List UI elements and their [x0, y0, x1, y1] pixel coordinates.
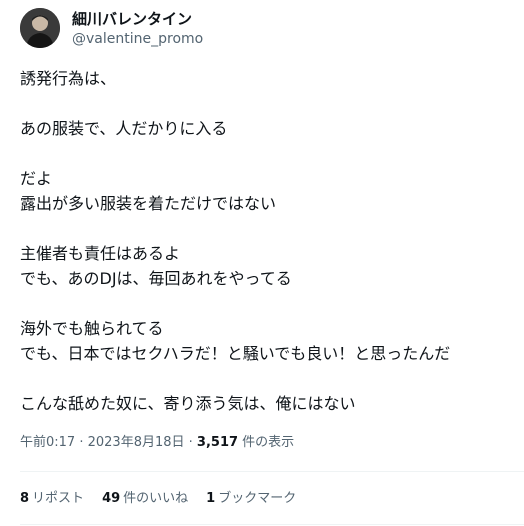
reposts-label: リポスト — [32, 491, 85, 506]
tweet-text-line: でも、日本ではセクハラだ！と騒いでも良い！と思ったんだ — [20, 344, 451, 363]
views-label: 件の表示 — [238, 435, 295, 450]
divider — [20, 471, 524, 472]
tweet-text-line: あの服装で、人だかりに入る — [20, 119, 228, 138]
tweet-timestamp[interactable]: 午前0:17 · 2023年8月18日 — [20, 435, 185, 450]
meta-separator: · — [75, 435, 88, 450]
tweet-text-line: こんな舐めた奴に、寄り添う気は、俺にはない — [20, 394, 356, 413]
likes-link[interactable]: 49 件のいいね — [102, 489, 188, 509]
tweet-text: 誘発行為は、 あの服装で、人だかりに入る だよ 露出が多い服装を着ただけではない… — [20, 66, 515, 416]
tweet-text-line: でも、あのDJは、毎回あれをやってる — [20, 269, 292, 288]
tweet-text-line: 海外でも触られてる — [20, 319, 164, 338]
engagement-stats: 8 リポスト 49 件のいいね 1 ブックマーク — [20, 489, 314, 509]
meta-separator: · — [184, 435, 197, 450]
tweet-text-line: 誘発行為は、 — [20, 69, 117, 88]
bookmarks-link[interactable]: 1 ブックマーク — [206, 489, 296, 509]
views-count: 3,517 — [196, 435, 239, 450]
tweet-text-line: 露出が多い服装を着ただけではない — [20, 194, 277, 213]
likes-label: 件のいいね — [123, 491, 189, 506]
reposts-count: 8 — [20, 491, 30, 506]
avatar[interactable] — [20, 8, 60, 48]
user-handle[interactable]: @valentine_promo — [72, 29, 203, 49]
display-name[interactable]: 細川バレンタイン — [72, 9, 192, 29]
divider — [20, 524, 524, 525]
likes-count: 49 — [102, 491, 121, 506]
views-link[interactable]: 3,517 件の表示 — [197, 435, 294, 450]
avatar-image — [20, 8, 60, 48]
bookmarks-count: 1 — [206, 491, 216, 506]
tweet-text-line: 主催者も責任はあるよ — [20, 244, 181, 263]
reposts-link[interactable]: 8 リポスト — [20, 489, 84, 509]
tweet-time: 午前0:17 — [20, 435, 76, 450]
tweet-meta: 午前0:17 · 2023年8月18日 · 3,517 件の表示 — [20, 433, 294, 453]
tweet-text-line: だよ — [20, 169, 53, 188]
bookmarks-label: ブックマーク — [218, 491, 297, 506]
tweet-detail: 細川バレンタイン @valentine_promo 誘発行為は、 あの服装で、人… — [0, 0, 524, 526]
tweet-date: 2023年8月18日 — [87, 435, 185, 450]
